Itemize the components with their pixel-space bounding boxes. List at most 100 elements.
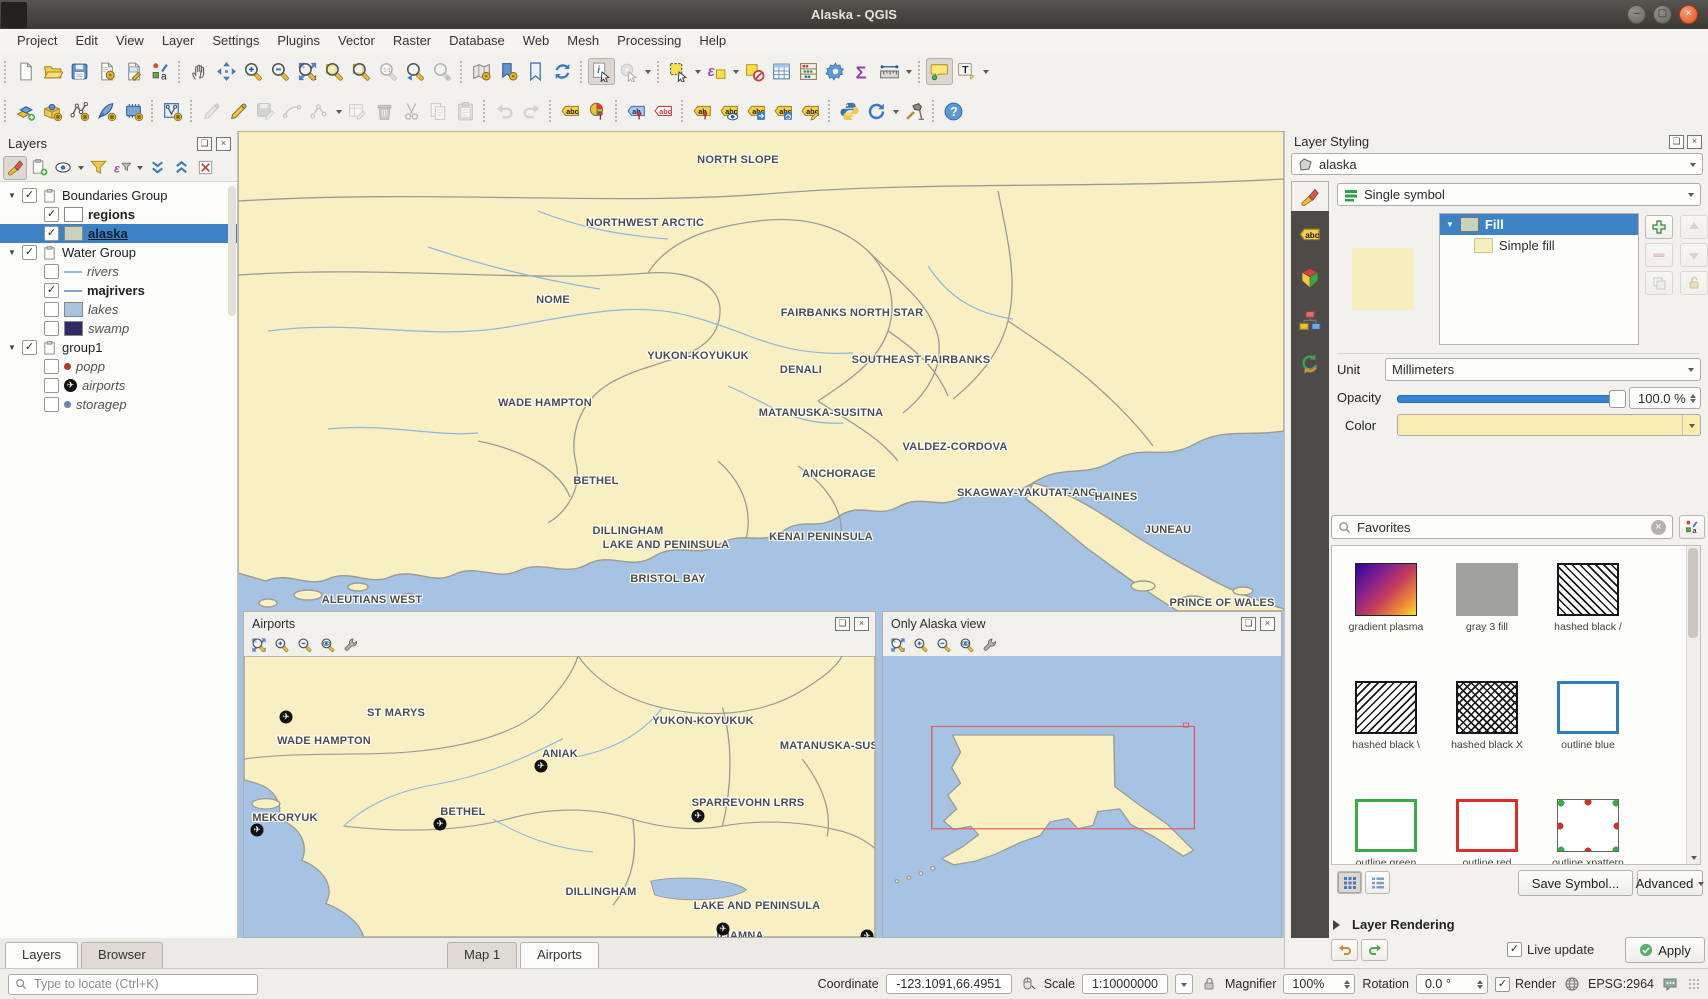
opacity-spinbox[interactable]: 100.0 % xyxy=(1629,387,1701,409)
rotate-label-icon[interactable]: abc xyxy=(770,98,797,125)
redo-style-button[interactable] xyxy=(1361,939,1388,961)
visibility-checkbox[interactable] xyxy=(44,321,59,336)
main-map-view[interactable]: NORTH SLOPENORTHWEST ARCTICNOMEYUKON-KOY… xyxy=(238,131,1284,611)
render-checkbox[interactable]: ✓Render xyxy=(1495,977,1556,992)
menu-database[interactable]: Database xyxy=(440,30,514,51)
alaska-overview-map[interactable] xyxy=(883,656,1281,937)
save-symbol-button[interactable]: Save Symbol... xyxy=(1518,870,1633,896)
manage-map-themes-dropdown-icon[interactable] xyxy=(75,154,86,181)
extents-toggle-icon[interactable] xyxy=(1019,975,1037,993)
color-button[interactable] xyxy=(1397,414,1701,436)
visibility-checkbox[interactable] xyxy=(44,378,59,393)
expand-all-icon[interactable] xyxy=(145,156,169,180)
run-feature-action-icon[interactable] xyxy=(615,58,642,85)
open-layer-styling-icon[interactable] xyxy=(3,156,27,180)
zoom-full-icon[interactable] xyxy=(249,636,268,655)
open-attribute-table-icon[interactable] xyxy=(768,58,795,85)
filter-legend-icon[interactable] xyxy=(86,156,110,180)
title-bar[interactable]: Alaska - QGIS – ▢ × xyxy=(0,0,1708,29)
help-contents-icon[interactable]: ? xyxy=(940,98,967,125)
opacity-slider-handle[interactable] xyxy=(1609,390,1626,408)
renderer-selector[interactable]: Single symbol xyxy=(1337,183,1701,206)
resize-grip[interactable] xyxy=(1688,978,1700,990)
new-spatial-bookmark-icon[interactable] xyxy=(522,58,549,85)
measure-line-icon[interactable] xyxy=(876,58,903,85)
processing-toolbox-icon[interactable] xyxy=(822,58,849,85)
visibility-checkbox[interactable]: ✓ xyxy=(22,340,37,355)
symbol-node-fill[interactable]: ▼ Fill xyxy=(1440,214,1638,235)
airports-map[interactable]: ST MARYSWADE HAMPTONANIAKYUKON-KOYUKUKMA… xyxy=(244,656,875,937)
menu-processing[interactable]: Processing xyxy=(608,30,690,51)
layer-selector[interactable]: alaska xyxy=(1291,153,1703,175)
symbol-outline-red[interactable] xyxy=(1456,799,1518,852)
layer-item-popp[interactable]: popp xyxy=(0,357,237,376)
zoom-native-icon[interactable]: 1:1 xyxy=(375,58,402,85)
map-tab-airports[interactable]: Airports xyxy=(520,942,599,968)
layer-item-water-group[interactable]: ▼✓Water Group xyxy=(0,243,237,262)
cut-features-icon[interactable] xyxy=(398,98,425,125)
locator-box[interactable] xyxy=(8,974,258,995)
scroll-down-icon[interactable] xyxy=(1687,850,1700,864)
float-panel-icon[interactable]: ❏ xyxy=(835,617,850,631)
symbol-hashed-black-x[interactable] xyxy=(1456,681,1518,734)
processing-history-icon[interactable] xyxy=(863,98,890,125)
python-console-icon[interactable] xyxy=(836,98,863,125)
new-3d-map-view-icon[interactable] xyxy=(495,58,522,85)
new-virtual-layer-icon[interactable] xyxy=(120,98,147,125)
tab-labels-tab[interactable]: abc xyxy=(1298,223,1322,250)
list-view-button[interactable] xyxy=(1365,871,1390,894)
scale-field[interactable]: 1:10000000 xyxy=(1082,974,1168,994)
menu-project[interactable]: Project xyxy=(8,30,66,51)
unit-selector[interactable]: Millimeters xyxy=(1385,358,1701,381)
deselect-features-icon[interactable] xyxy=(741,58,768,85)
select-features-dropdown-icon[interactable] xyxy=(692,58,703,85)
maximize-button[interactable]: ▢ xyxy=(1653,5,1672,24)
field-calculator-icon[interactable] xyxy=(795,58,822,85)
save-layer-edits-icon[interactable] xyxy=(252,98,279,125)
vertex-tool-dropdown-icon[interactable] xyxy=(333,98,344,125)
new-geopackage-layer-icon[interactable] xyxy=(39,98,66,125)
symbol-outline-blue[interactable] xyxy=(1557,681,1619,734)
move-symbol-up-button[interactable] xyxy=(1680,215,1708,239)
visibility-checkbox[interactable]: ✓ xyxy=(44,207,59,222)
layer-item-alaska[interactable]: ✓alaska xyxy=(0,224,237,243)
menu-view[interactable]: View xyxy=(107,30,153,51)
live-update-checkbox[interactable]: ✓Live update xyxy=(1507,942,1594,957)
select-features-icon[interactable] xyxy=(665,58,692,85)
move-symbol-down-button[interactable] xyxy=(1680,243,1708,267)
menu-edit[interactable]: Edit xyxy=(66,30,106,51)
locator-input[interactable] xyxy=(32,976,251,992)
visibility-checkbox[interactable]: ✓ xyxy=(22,188,37,203)
expand-arrow-icon[interactable]: ▼ xyxy=(7,191,17,200)
new-print-layout-icon[interactable] xyxy=(93,58,120,85)
layer-item-majrivers[interactable]: ✓majrivers xyxy=(0,281,237,300)
toggle-editing-icon[interactable] xyxy=(225,98,252,125)
tab-layers[interactable]: Layers xyxy=(5,942,78,968)
zoom-to-selection-icon[interactable] xyxy=(321,58,348,85)
digitize-curve-icon[interactable] xyxy=(279,98,306,125)
layer-item-swamp[interactable]: swamp xyxy=(0,319,237,338)
pan-map-icon[interactable] xyxy=(186,58,213,85)
menu-raster[interactable]: Raster xyxy=(384,30,440,51)
show-layout-manager-icon[interactable] xyxy=(120,58,147,85)
lock-color-button[interactable] xyxy=(1680,271,1708,295)
zoom-full-icon[interactable] xyxy=(888,636,907,655)
minimize-button[interactable]: – xyxy=(1627,5,1646,24)
crs-globe-icon[interactable] xyxy=(1563,975,1581,993)
layer-labeling-icon[interactable]: abc xyxy=(557,98,584,125)
symbol-outline-green[interactable] xyxy=(1355,799,1417,852)
measure-line-dropdown-icon[interactable] xyxy=(903,58,914,85)
modify-attributes-icon[interactable] xyxy=(344,98,371,125)
zoom-in-icon[interactable] xyxy=(911,636,930,655)
close-button[interactable]: × xyxy=(1679,5,1698,24)
symbol-node-simple-fill[interactable]: Simple fill xyxy=(1440,235,1638,256)
layer-item-airports[interactable]: ✈airports xyxy=(0,376,237,395)
expand-arrow-icon[interactable]: ▼ xyxy=(7,248,17,257)
layer-item-boundaries-group[interactable]: ▼✓Boundaries Group xyxy=(0,186,237,205)
tab-browser[interactable]: Browser xyxy=(81,942,163,968)
symbol-hashed-black-[interactable] xyxy=(1355,681,1417,734)
zoom-last-icon[interactable] xyxy=(402,58,429,85)
select-by-expression-dropdown-icon[interactable] xyxy=(730,58,741,85)
statistical-summary-icon[interactable]: Σ xyxy=(849,58,876,85)
new-project-icon[interactable] xyxy=(12,58,39,85)
